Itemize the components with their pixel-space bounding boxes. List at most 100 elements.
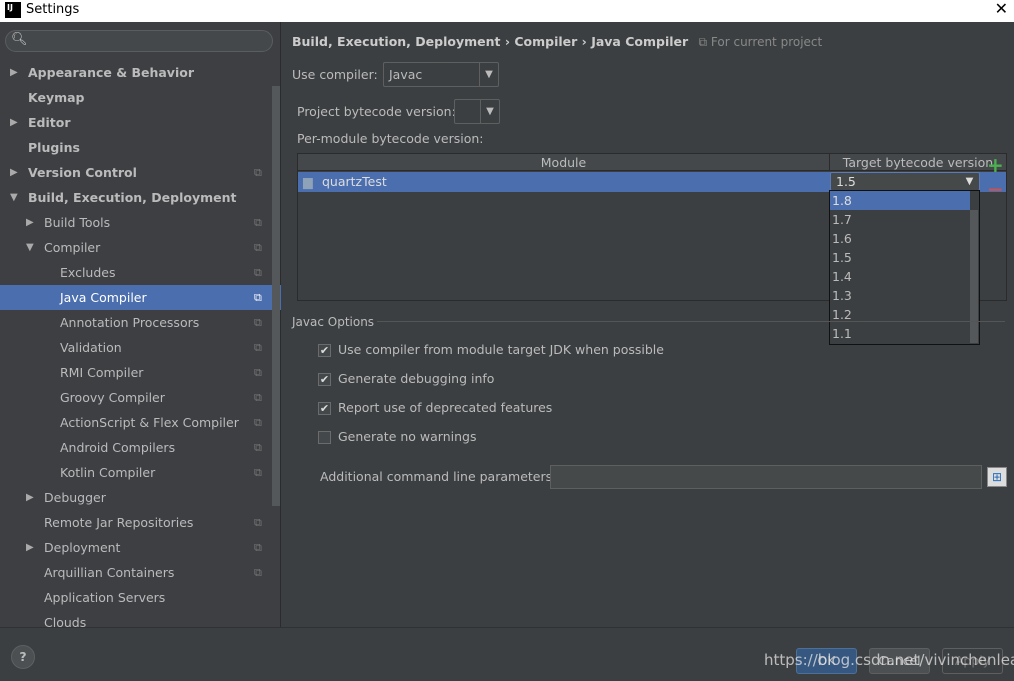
sidebar-item[interactable]: Plugins bbox=[0, 135, 272, 160]
checkbox-label[interactable]: Generate no warnings bbox=[338, 429, 476, 444]
app-logo: IJ bbox=[5, 2, 21, 18]
project-scope-icon: ⧉ bbox=[254, 241, 262, 254]
javac-options-label: Javac Options bbox=[292, 315, 375, 329]
chevron-right-icon[interactable]: ▶ bbox=[26, 535, 34, 560]
sidebar-item[interactable]: Groovy Compiler ⧉ bbox=[0, 385, 272, 410]
column-header-module[interactable]: Module bbox=[298, 154, 830, 171]
sidebar-item[interactable]: ▶ Version Control ⧉ bbox=[0, 160, 272, 185]
dropdown-option[interactable]: 1.7 bbox=[830, 210, 970, 229]
sidebar-item[interactable]: Keymap bbox=[0, 85, 272, 110]
checkbox-label[interactable]: Generate debugging info bbox=[338, 371, 494, 386]
column-header-target[interactable]: Target bytecode version bbox=[830, 154, 1006, 171]
project-scope-icon: ⧉ bbox=[254, 566, 262, 579]
sidebar-item-label: Version Control bbox=[28, 165, 137, 180]
sidebar-item[interactable]: Android Compilers ⧉ bbox=[0, 435, 272, 460]
chevron-down-icon[interactable]: ▼ bbox=[26, 235, 34, 260]
chevron-down-icon: ▼ bbox=[480, 100, 499, 123]
chevron-right-icon[interactable]: ▶ bbox=[26, 485, 34, 510]
sidebar-item[interactable]: Arquillian Containers ⧉ bbox=[0, 560, 272, 585]
breadcrumb-sep: › bbox=[504, 34, 510, 49]
sidebar-item-label: Appearance & Behavior bbox=[28, 65, 194, 80]
sidebar-item-label: Plugins bbox=[28, 140, 80, 155]
sidebar-item[interactable]: ▼ Build, Execution, Deployment bbox=[0, 185, 272, 210]
sidebar-item-label: Android Compilers bbox=[60, 440, 176, 455]
project-bytecode-select[interactable]: ▼ bbox=[454, 99, 500, 124]
dropdown-option[interactable]: 1.8 bbox=[830, 191, 970, 210]
dropdown-option[interactable]: 1.6 bbox=[830, 229, 970, 248]
sidebar-item-label: Annotation Processors bbox=[60, 315, 200, 330]
dropdown-scrollbar[interactable] bbox=[970, 210, 978, 343]
table-row[interactable]: ▆ quartzTest 1.5 ▼ bbox=[298, 172, 1006, 192]
remove-icon[interactable]: − bbox=[987, 177, 1004, 201]
sidebar-item-label: Debugger bbox=[44, 490, 106, 505]
module-name: quartzTest bbox=[322, 174, 387, 189]
compiler-select[interactable]: Javac ▼ bbox=[383, 62, 499, 87]
sidebar-scrollbar[interactable] bbox=[272, 86, 280, 506]
checkbox[interactable]: ✔ bbox=[318, 344, 331, 357]
checkbox-label[interactable]: Use compiler from module target JDK when… bbox=[338, 342, 664, 357]
chevron-right-icon[interactable]: ▶ bbox=[10, 110, 18, 135]
close-icon[interactable]: ✕ bbox=[995, 0, 1008, 18]
additional-params-input[interactable] bbox=[550, 465, 982, 489]
sidebar-item-label: Compiler bbox=[44, 240, 101, 255]
chevron-down-icon[interactable]: ▼ bbox=[10, 185, 18, 210]
checkbox[interactable]: ✔ bbox=[318, 373, 331, 386]
checkbox[interactable] bbox=[318, 431, 331, 444]
sidebar-item[interactable]: RMI Compiler ⧉ bbox=[0, 360, 272, 385]
project-scope-icon: ⧉ bbox=[254, 266, 262, 279]
divider bbox=[377, 321, 1005, 322]
chevron-down-icon: ▼ bbox=[479, 63, 498, 86]
dropdown-option[interactable]: 1.1 bbox=[830, 324, 970, 343]
window-title: Settings bbox=[26, 2, 80, 17]
sidebar-item[interactable]: ▶ Deployment ⧉ bbox=[0, 535, 272, 560]
search-input[interactable]: 🔍︎ bbox=[5, 30, 273, 52]
sidebar-item[interactable]: ▶ Editor bbox=[0, 110, 272, 135]
breadcrumb-item: Compiler bbox=[514, 34, 578, 49]
sidebar-item[interactable]: Excludes ⧉ bbox=[0, 260, 272, 285]
dropdown-option[interactable]: 1.3 bbox=[830, 286, 970, 305]
dropdown-option[interactable]: 1.5 bbox=[830, 248, 970, 267]
sidebar-item-label: RMI Compiler bbox=[60, 365, 144, 380]
sidebar-item[interactable]: Kotlin Compiler ⧉ bbox=[0, 460, 272, 485]
per-module-label: Per-module bytecode version: bbox=[297, 131, 484, 146]
sidebar-item[interactable]: Annotation Processors ⧉ bbox=[0, 310, 272, 335]
sidebar-item-label: Application Servers bbox=[44, 590, 166, 605]
checkbox[interactable]: ✔ bbox=[318, 402, 331, 415]
project-scope-icon: ⧉ bbox=[254, 316, 262, 329]
project-scope-icon: ⧉ bbox=[254, 466, 262, 479]
settings-sidebar: 🔍︎ ▶ Appearance & Behavior Keymap ▶ Editor Pl… bbox=[0, 22, 281, 630]
project-scope-icon: ⧉ bbox=[254, 166, 262, 179]
project-scope-icon: ⧉ bbox=[254, 541, 262, 554]
target-version-select[interactable]: 1.5 ▼ bbox=[830, 172, 980, 191]
title-bar: IJ Settings ✕ bbox=[0, 0, 1014, 22]
project-scope-icon: ⧉ bbox=[254, 366, 262, 379]
sidebar-item[interactable]: Application Servers bbox=[0, 585, 272, 610]
help-button[interactable]: ? bbox=[11, 645, 35, 669]
sidebar-item[interactable]: ActionScript & Flex Compiler ⧉ bbox=[0, 410, 272, 435]
sidebar-item-label: Groovy Compiler bbox=[60, 390, 165, 405]
sidebar-item-label: Build, Execution, Deployment bbox=[28, 190, 237, 205]
sidebar-item-label: Excludes bbox=[60, 265, 116, 280]
sidebar-item[interactable]: ▶ Debugger bbox=[0, 485, 272, 510]
add-icon[interactable]: + bbox=[987, 153, 1004, 177]
sidebar-item[interactable]: Java Compiler ⧉ bbox=[0, 285, 281, 310]
compiler-value: Javac bbox=[389, 67, 423, 82]
checkbox-label[interactable]: Report use of deprecated features bbox=[338, 400, 552, 415]
sidebar-item[interactable]: Remote Jar Repositories ⧉ bbox=[0, 510, 272, 535]
sidebar-item[interactable]: ▶ Appearance & Behavior bbox=[0, 60, 272, 85]
sidebar-item[interactable]: ▼ Compiler ⧉ bbox=[0, 235, 272, 260]
dropdown-option[interactable]: 1.4 bbox=[830, 267, 970, 286]
sidebar-item-label: Remote Jar Repositories bbox=[44, 515, 194, 530]
sidebar-item[interactable]: ▶ Build Tools ⧉ bbox=[0, 210, 272, 235]
project-scope-icon: ⧉ bbox=[254, 516, 262, 529]
sidebar-item-label: Keymap bbox=[28, 90, 85, 105]
chevron-right-icon[interactable]: ▶ bbox=[10, 60, 18, 85]
expand-editor-icon[interactable]: ⊞ bbox=[987, 467, 1007, 487]
project-scope-icon: ⧉ bbox=[254, 441, 262, 454]
breadcrumb-sep: › bbox=[581, 34, 587, 49]
watermark: https://blog.csdn.net/vivinchenleaf bbox=[764, 651, 1014, 669]
chevron-right-icon[interactable]: ▶ bbox=[10, 160, 18, 185]
project-scope-icon: ⧉ bbox=[254, 216, 262, 229]
chevron-right-icon[interactable]: ▶ bbox=[26, 210, 34, 235]
sidebar-item[interactable]: Validation ⧉ bbox=[0, 335, 272, 360]
